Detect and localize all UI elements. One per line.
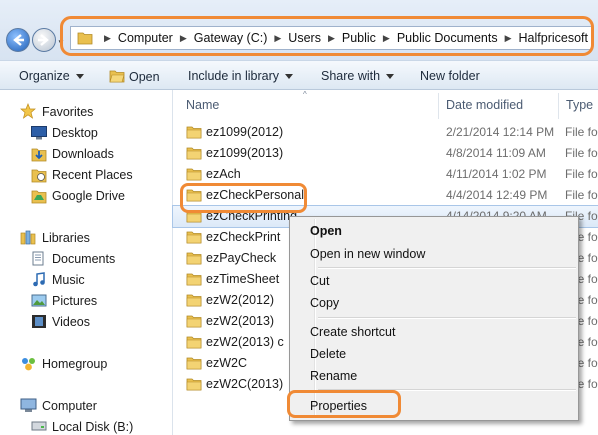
folder-icon [186,147,202,160]
include-in-library-label: Include in library [188,69,280,83]
forward-button[interactable] [32,28,56,52]
properties-highlight-annotation [287,390,401,418]
nav-homegroup[interactable]: Homegroup [42,357,107,371]
file-type: File fo [565,167,598,181]
file-row[interactable]: ez1099(2013) 4/8/2014 11:09 AM File fo [173,143,598,164]
file-highlight-annotation [180,183,307,213]
menu-item-copy[interactable]: Copy [310,296,339,310]
music-icon [33,272,45,287]
nav-favorites[interactable]: Favorites [42,105,93,119]
file-name: ezTimeSheet [206,272,280,286]
new-folder-button[interactable]: New folder [420,69,480,83]
forward-arrow-icon [38,34,49,46]
chevron-down-icon [285,74,294,80]
nav-local-disk[interactable]: Local Disk (B:) [52,420,133,434]
organize-label: Organize [19,69,70,83]
back-arrow-icon [13,34,24,46]
file-name: ezPayCheck [206,251,277,265]
file-name: ezCheckPrint [206,230,281,244]
column-divider[interactable] [558,93,559,119]
chevron-down-icon [386,74,395,80]
file-name: ez1099(2012) [206,125,284,139]
homegroup-icon [22,358,35,371]
column-header-name[interactable]: Name [186,98,219,112]
recent-places-icon [31,169,47,183]
pictures-icon [31,294,47,307]
menu-item-create-shortcut[interactable]: Create shortcut [310,325,395,339]
navigation-pane: Favorites Desktop Downloads Recent Place… [0,90,173,435]
downloads-icon [31,148,47,162]
file-date-modified: 4/11/2014 1:02 PM [446,167,547,181]
file-name: ez1099(2013) [206,146,284,160]
open-button[interactable]: Open [109,69,160,84]
chevron-down-icon [75,74,84,80]
file-date-modified: 2/21/2014 12:14 PM [446,125,555,139]
file-date-modified: 4/4/2014 12:49 PM [446,188,548,202]
folder-icon [186,126,202,139]
folder-icon [186,336,202,349]
menu-separator [318,267,576,269]
open-label: Open [129,70,160,84]
file-row[interactable]: ez1099(2012) 2/21/2014 12:14 PM File fo [173,122,598,143]
share-with-button[interactable]: Share with [321,69,395,83]
menu-item-delete[interactable]: Delete [310,347,346,361]
column-divider[interactable] [438,93,439,119]
back-button[interactable] [6,28,30,52]
address-bar-area: ▼ ▶ Computer ▶ Gateway (C:) ▶ Users ▶ Pu… [0,0,598,60]
file-row[interactable]: ezAch 4/11/2014 1:02 PM File fo [173,164,598,185]
folder-icon [186,168,202,181]
open-folder-icon [109,70,125,83]
command-toolbar: Organize Open Include in library Share w… [0,60,598,90]
new-folder-label: New folder [420,69,480,83]
menu-item-open-new-window[interactable]: Open in new window [310,247,425,261]
organize-button[interactable]: Organize [19,69,84,83]
file-name: ezW2C(2013) [206,377,284,391]
menu-item-cut[interactable]: Cut [310,274,329,288]
local-disk-icon [31,421,47,431]
file-name: ezAch [206,167,241,181]
folder-icon [186,273,202,286]
file-name: ezW2(2012) [206,293,275,307]
sort-ascending-icon: ^ [303,90,307,99]
include-in-library-button[interactable]: Include in library [188,69,294,83]
computer-icon [20,398,37,412]
menu-separator [318,317,576,319]
menu-item-rename[interactable]: Rename [310,369,357,383]
folder-icon [186,315,202,328]
google-drive-icon [31,190,47,204]
libraries-icon [20,230,36,245]
folder-icon [186,378,202,391]
column-header-date-modified[interactable]: Date modified [446,98,523,112]
nav-music[interactable]: Music [52,273,85,287]
nav-pictures[interactable]: Pictures [52,294,97,308]
nav-recent-places[interactable]: Recent Places [52,168,133,182]
favorites-star-icon [20,103,36,119]
column-header-type[interactable]: Type [566,98,593,112]
folder-icon [186,294,202,307]
nav-videos[interactable]: Videos [52,315,90,329]
address-highlight-annotation [60,16,594,56]
file-name: ezW2C [206,356,247,370]
file-type: File fo [565,125,598,139]
file-name: ezW2(2013) c [206,335,284,349]
folder-icon [186,357,202,370]
menu-item-open[interactable]: Open [310,224,342,238]
nav-downloads[interactable]: Downloads [52,147,114,161]
file-type: File fo [565,188,598,202]
folder-icon [186,252,202,265]
share-with-label: Share with [321,69,381,83]
nav-google-drive[interactable]: Google Drive [52,189,125,203]
documents-icon [32,251,44,266]
nav-documents[interactable]: Documents [52,252,115,266]
file-type: File fo [565,146,598,160]
desktop-icon [31,126,47,140]
videos-icon [32,315,46,328]
folder-icon [186,231,202,244]
nav-desktop[interactable]: Desktop [52,126,98,140]
file-name: ezW2(2013) [206,314,275,328]
nav-computer[interactable]: Computer [42,399,97,413]
file-date-modified: 4/8/2014 11:09 AM [446,146,546,160]
nav-libraries[interactable]: Libraries [42,231,90,245]
